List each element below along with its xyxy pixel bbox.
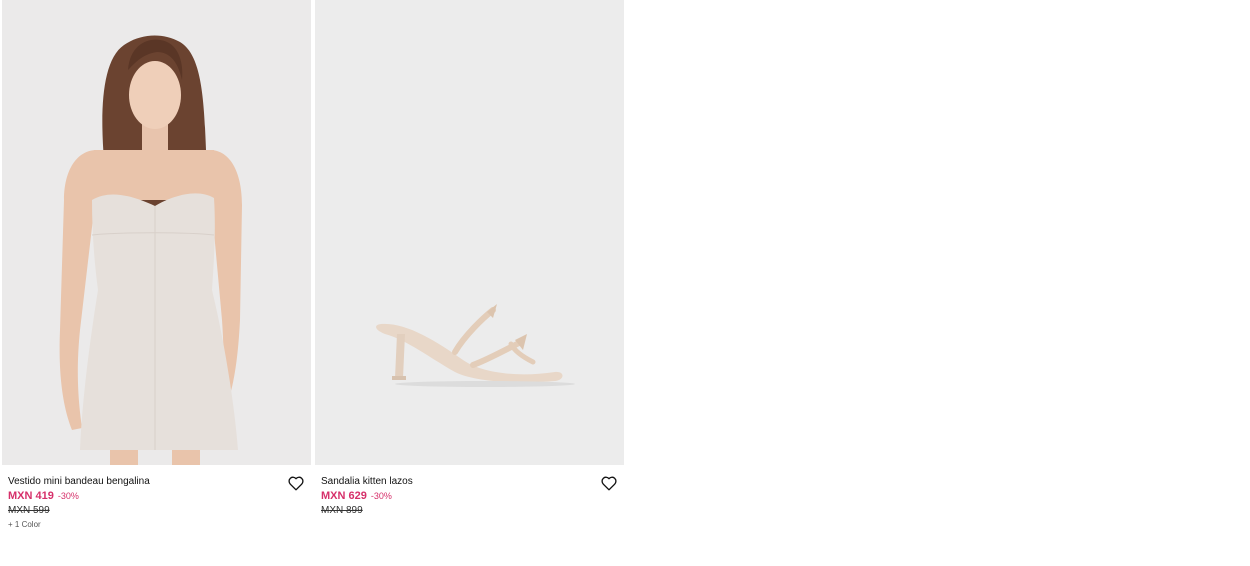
dress-model-illustration: [2, 0, 311, 465]
product-card-sandal[interactable]: Sandalia kitten lazos MXN 629 -30% MXN 8…: [315, 0, 624, 566]
favorite-button[interactable]: [600, 474, 618, 492]
price-row: MXN 629 -30%: [321, 490, 618, 502]
discount-badge: -30%: [57, 491, 79, 501]
sale-price: MXN 629: [321, 490, 367, 502]
color-count[interactable]: + 1 Color: [8, 520, 305, 529]
product-info-sandal: Sandalia kitten lazos MXN 629 -30% MXN 8…: [315, 465, 624, 566]
product-grid: Vestido mini bandeau bengalina MXN 419 -…: [2, 0, 624, 566]
product-name[interactable]: Vestido mini bandeau bengalina: [8, 475, 305, 488]
product-name[interactable]: Sandalia kitten lazos: [321, 475, 618, 488]
heart-outline-icon: [288, 476, 304, 491]
sandal-illustration: [315, 0, 624, 465]
price-row: MXN 419 -30%: [8, 490, 305, 502]
discount-badge: -30%: [370, 491, 392, 501]
product-image-sandal[interactable]: [315, 0, 624, 465]
product-card-dress[interactable]: Vestido mini bandeau bengalina MXN 419 -…: [2, 0, 311, 566]
original-price: MXN 599: [8, 505, 50, 516]
product-image-dress[interactable]: [2, 0, 311, 465]
original-price: MXN 899: [321, 505, 363, 516]
sale-price: MXN 419: [8, 490, 54, 502]
favorite-button[interactable]: [287, 474, 305, 492]
heart-outline-icon: [601, 476, 617, 491]
product-info-dress: Vestido mini bandeau bengalina MXN 419 -…: [2, 465, 311, 566]
